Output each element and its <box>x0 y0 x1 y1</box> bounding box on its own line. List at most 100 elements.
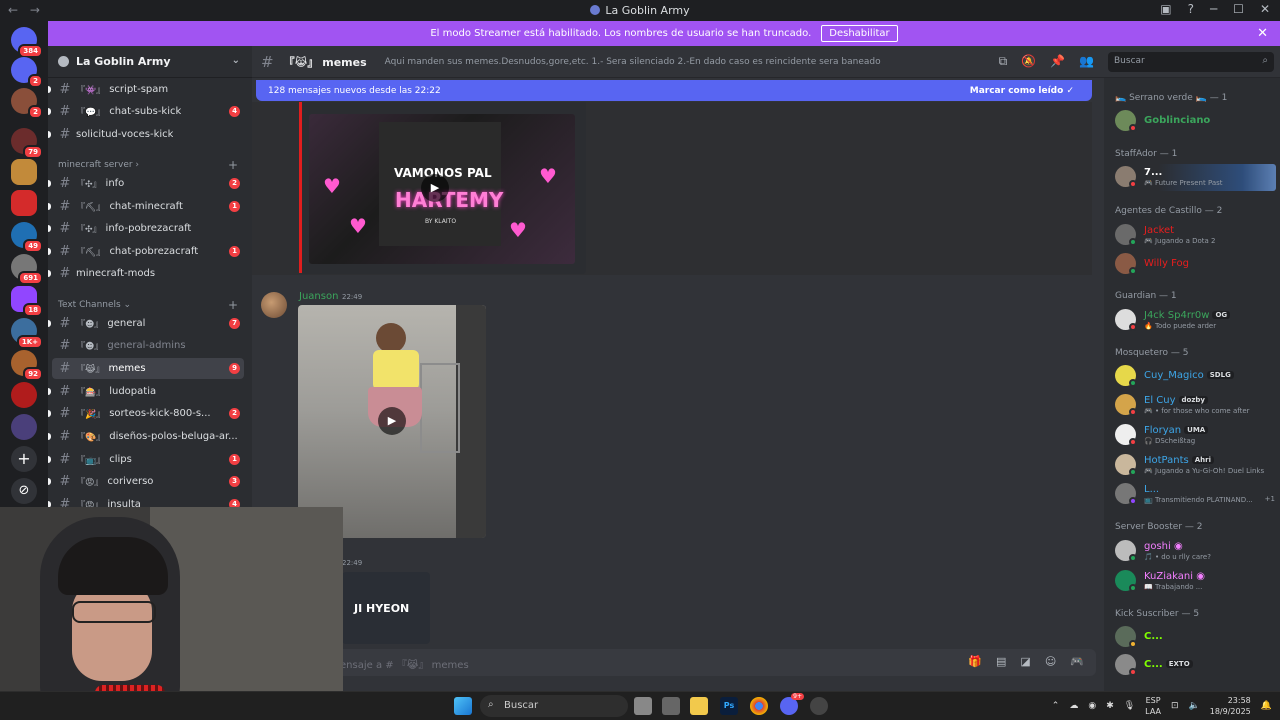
app-icon[interactable] <box>810 697 828 715</box>
chrome-icon[interactable] <box>750 697 768 715</box>
category-minecraft[interactable]: minecraft server › + <box>58 158 238 172</box>
chevron-down-icon[interactable]: ⌄ <box>232 55 240 66</box>
server-icon[interactable]: 691 <box>11 254 43 285</box>
server-icon[interactable]: 49 <box>11 222 43 253</box>
gift-icon[interactable]: 🎁 <box>968 655 982 668</box>
channel-item[interactable]: # 『🎨』 diseños-polos-beluga-ar... <box>48 426 244 447</box>
member-item[interactable]: El Cuy dozby 🎮 • for those who come after <box>1115 392 1275 418</box>
server-icon[interactable] <box>11 159 37 185</box>
banner-close-icon[interactable]: ✕ <box>1257 26 1268 41</box>
member-item[interactable]: goshi ◉ 🎵 • do u rlly care? <box>1115 538 1275 564</box>
twitch-server-icon[interactable]: 18 <box>11 286 43 317</box>
server-icon[interactable]: 2 <box>11 57 43 88</box>
category-text-channels[interactable]: Text Channels ⌄ + <box>58 298 238 312</box>
mute-bell-icon[interactable]: 🔕 <box>1021 54 1036 69</box>
search-input[interactable]: Buscar ⌕ <box>1108 52 1274 72</box>
channel-item[interactable]: # 『⛏』 chat-minecraft 1 <box>48 196 244 217</box>
channel-item[interactable]: # 『📺』 clips 1 <box>48 449 244 470</box>
bluetooth-icon[interactable]: ✱ <box>1106 701 1114 711</box>
channel-item[interactable]: # 『☻』 general 7 <box>48 313 244 334</box>
message-input[interactable]: ensaje a # 『😹』 memes 🎁 ▤ ◪ ☺ 🎮 <box>256 649 1096 676</box>
channel-item[interactable]: # 『⛏』 chat-pobrezacraft 1 <box>48 241 244 262</box>
network-icon[interactable]: ⊡ <box>1171 701 1179 711</box>
play-icon[interactable]: ▶ <box>421 174 449 202</box>
video-attachment[interactable]: ▶ <box>298 305 486 538</box>
close-window-button[interactable]: ✕ <box>1260 2 1270 16</box>
channel-item-active[interactable]: # 『😹』 memes 9 <box>52 358 244 379</box>
embed-video-thumbnail[interactable]: ♥ ♥ ♥ ♥ VAMONOS PAL HARTEMY BY KLAITO ▶ <box>309 114 575 264</box>
gif-icon[interactable]: ▤ <box>996 655 1006 668</box>
member-item[interactable]: Cuy_Magico SDLG <box>1115 363 1275 389</box>
image-attachment[interactable]: JI HYEON <box>342 572 430 644</box>
chevron-up-icon[interactable]: ⌃ <box>1052 701 1060 711</box>
server-icon[interactable]: 79 <box>11 128 43 159</box>
add-channel-icon[interactable]: + <box>228 298 238 312</box>
channel-item[interactable]: # 『✣』 info-pobrezacraft <box>48 218 244 239</box>
notification-icon[interactable]: 🔔 <box>1261 701 1272 711</box>
photoshop-icon[interactable]: Ps <box>720 697 738 715</box>
avatar[interactable] <box>261 292 287 318</box>
server-icon[interactable] <box>11 382 37 408</box>
server-icon[interactable]: 1K+ <box>11 318 43 349</box>
sticker-icon[interactable]: ◪ <box>1020 655 1030 668</box>
disable-streamer-button[interactable]: Deshabilitar <box>821 25 898 42</box>
server-icon[interactable] <box>11 414 37 440</box>
member-item[interactable]: HotPants Ahri 🎮 Jugando a Yu-Gi-Oh! Duel L… <box>1115 452 1275 478</box>
add-channel-icon[interactable]: + <box>228 158 238 172</box>
play-icon[interactable]: ▶ <box>378 407 406 435</box>
channel-item[interactable]: # 『🎉』 sorteos-kick-800-s... 2 <box>48 403 244 424</box>
mic-icon[interactable]: 🎙 <box>1124 701 1135 711</box>
member-item[interactable]: L... 📺 Transmitiendo PLATINAND... +1 <box>1115 481 1275 507</box>
message-author[interactable]: Juanson <box>299 291 338 302</box>
threads-icon[interactable]: ⧉ <box>999 54 1008 69</box>
new-messages-bar[interactable]: 128 mensajes nuevos desde las 22:22 Marc… <box>256 80 1092 101</box>
member-group-header: Guardian — 1 <box>1115 291 1177 301</box>
start-icon[interactable] <box>454 697 472 715</box>
task-view-icon[interactable] <box>634 697 652 715</box>
badge: 49 <box>23 239 43 253</box>
channel-item[interactable]: # 『💬』 chat-subs-kick 4 <box>48 101 244 122</box>
member-list-icon[interactable]: 👥 <box>1079 54 1094 69</box>
taskbar-search[interactable]: ⌕ Buscar <box>480 695 628 717</box>
channel-item[interactable]: # solicitud-voces-kick <box>48 124 244 145</box>
add-server-icon[interactable]: + <box>11 446 37 472</box>
file-explorer-icon[interactable] <box>690 697 708 715</box>
server-icon[interactable]: 2 <box>11 88 43 119</box>
app-icon[interactable] <box>662 697 680 715</box>
server-icon[interactable]: 92 <box>11 350 43 381</box>
member-item[interactable]: 7... 🎮 Future Present Past <box>1115 164 1275 190</box>
member-item[interactable]: Floryan UMA 🎧 DScheißtag <box>1115 422 1275 448</box>
channel-item[interactable]: # 『🎰』 ludopatia <box>48 381 244 402</box>
pin-icon[interactable]: 📌 <box>1050 54 1065 69</box>
home-discord-icon[interactable]: 384 <box>11 27 43 58</box>
cloud-icon[interactable]: ☁ <box>1069 701 1078 711</box>
member-item[interactable]: C... <box>1115 624 1275 650</box>
member-item[interactable]: Goblinciano <box>1115 108 1275 134</box>
member-item[interactable]: Willy Fog <box>1115 251 1275 277</box>
member-item[interactable]: Jacket 🎮 Jugando a Dota 2 <box>1115 222 1275 248</box>
server-header[interactable]: La Goblin Army ⌄ <box>48 46 252 78</box>
channel-topic[interactable]: Aqui manden sus memes.Desnudos,gore,etc.… <box>385 57 881 67</box>
channel-item[interactable]: # 『👾』 script-spam <box>48 79 244 100</box>
channel-item[interactable]: # minecraft-mods <box>48 263 244 284</box>
discord-taskbar-icon[interactable]: 9+ <box>780 693 804 715</box>
maximize-button[interactable]: ☐ <box>1233 2 1244 16</box>
server-icon[interactable] <box>11 190 37 216</box>
member-item[interactable]: KuZiakani ◉ 📖 Trabajando ... <box>1115 568 1275 594</box>
channel-item[interactable]: # 『✣』 info 2 <box>48 173 244 194</box>
emoji-icon[interactable]: ☺ <box>1045 655 1056 668</box>
channel-item[interactable]: # 『😡』 coriverso 3 <box>48 471 244 492</box>
app-tray-icon[interactable]: ◉ <box>1088 701 1096 711</box>
member-item[interactable]: J4ck Sp4rr0w OG 🔥 Todo puede arder <box>1115 307 1275 333</box>
minimize-button[interactable]: ─ <box>1210 2 1217 16</box>
apps-icon[interactable]: 🎮 <box>1070 655 1084 668</box>
language-indicator[interactable]: ESP LAA <box>1145 695 1161 717</box>
inbox-icon[interactable]: ▣ <box>1160 2 1171 16</box>
member-item[interactable]: C... EXTO <box>1115 652 1275 678</box>
volume-icon[interactable]: 🔈 <box>1189 701 1200 711</box>
mark-read-button[interactable]: Marcar como leído ✓ <box>970 86 1074 96</box>
channel-item[interactable]: # 『☻』 general-admins <box>52 335 244 356</box>
help-icon[interactable]: ? <box>1188 2 1194 16</box>
clock[interactable]: 23:58 18/9/2025 <box>1210 695 1251 717</box>
explore-icon[interactable]: ⊘ <box>11 478 37 504</box>
